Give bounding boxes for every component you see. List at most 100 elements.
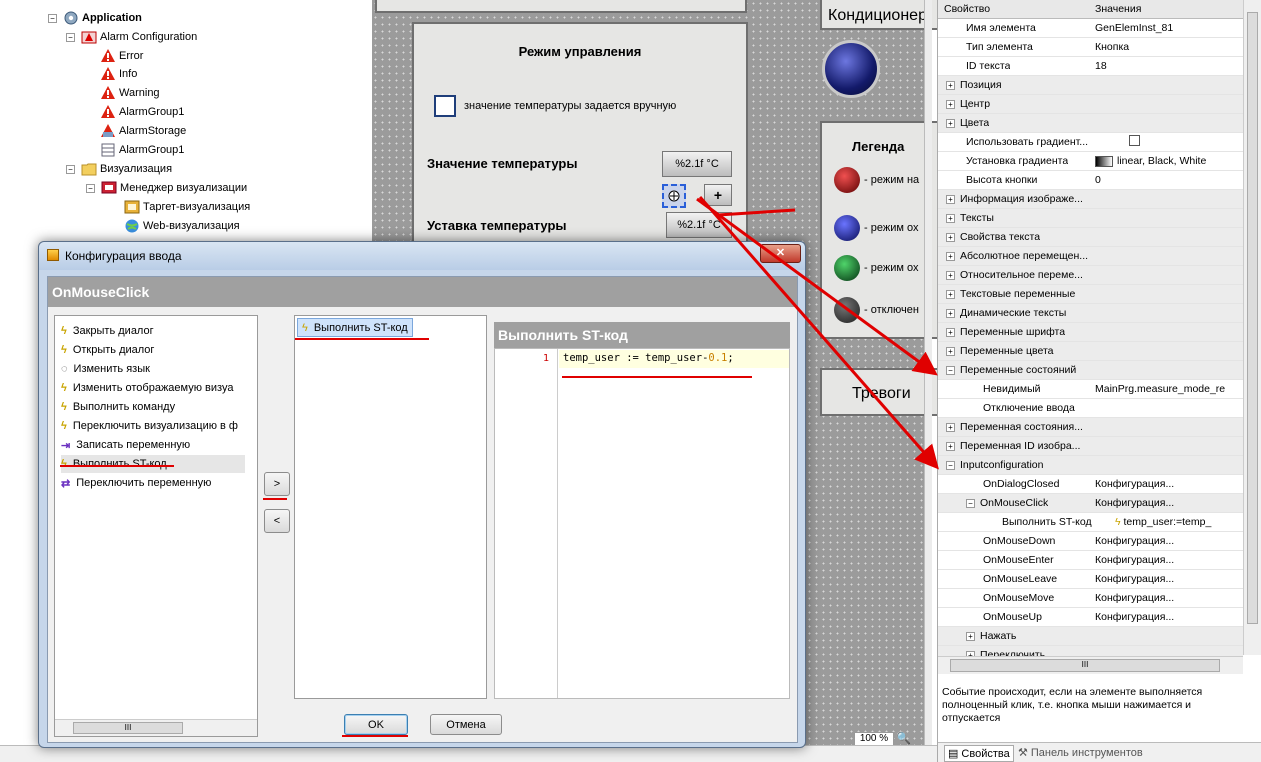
close-icon[interactable]: ✕: [760, 244, 801, 263]
collapse-icon[interactable]: −: [86, 183, 95, 193]
collapse-icon[interactable]: −: [48, 13, 57, 23]
tab-toolbox[interactable]: ⚒ Панель инструментов: [1018, 746, 1143, 760]
selected-actions-list[interactable]: ϟ Выполнить ST-код: [294, 315, 487, 699]
property-row[interactable]: + Тексты: [938, 209, 1243, 228]
property-value[interactable]: MainPrg.measure_mode_re: [1095, 383, 1242, 395]
collapse-icon[interactable]: −: [966, 499, 975, 508]
property-row[interactable]: ID текста 18: [938, 57, 1243, 76]
property-row[interactable]: Установка градиента linear, Black, White: [938, 152, 1243, 171]
move-handle-icon[interactable]: [664, 186, 684, 206]
property-row[interactable]: Имя элемента GenElemInst_81: [938, 19, 1243, 38]
expand-icon[interactable]: +: [946, 442, 955, 451]
cancel-button[interactable]: Отмена: [430, 714, 502, 735]
expand-icon[interactable]: +: [946, 195, 955, 204]
property-row[interactable]: − OnMouseClick Конфигурация...: [938, 494, 1243, 513]
action-item[interactable]: ϟ Выполнить команду: [61, 398, 175, 416]
st-code-editor[interactable]: 1 temp_user := temp_user-0.1;: [494, 348, 790, 699]
properties-horizontal-scrollbar[interactable]: III: [938, 656, 1243, 674]
expand-icon[interactable]: +: [946, 309, 955, 318]
scrollbar-thumb[interactable]: III: [950, 659, 1220, 672]
column-value[interactable]: Значения: [1095, 3, 1242, 15]
scrollbar-thumb[interactable]: [1247, 12, 1258, 624]
expand-icon[interactable]: +: [946, 347, 955, 356]
tree-item-alarmgroup1[interactable]: AlarmGroup1: [100, 103, 184, 121]
property-row[interactable]: − Переменные состояний: [938, 361, 1243, 380]
tree-item-error[interactable]: Error: [100, 47, 143, 65]
actions-list[interactable]: ϟ Закрыть диалог ϟ Открыть диалог ◌ Изменить …: [54, 315, 258, 737]
property-row[interactable]: + Свойства текста: [938, 228, 1243, 247]
tree-item-application[interactable]: − Application: [48, 9, 142, 27]
property-row[interactable]: Высота кнопки 0: [938, 171, 1243, 190]
property-row[interactable]: + Переменная ID изобра...: [938, 437, 1243, 456]
gradient-checkbox[interactable]: [1129, 135, 1140, 146]
ok-button[interactable]: OK: [344, 714, 408, 735]
property-row[interactable]: + Центр: [938, 95, 1243, 114]
property-row[interactable]: OnMouseEnter Конфигурация...: [938, 551, 1243, 570]
property-row[interactable]: + Абсолютное перемещен...: [938, 247, 1243, 266]
expand-icon[interactable]: +: [946, 233, 955, 242]
tree-item-warning[interactable]: Warning: [100, 84, 160, 102]
zoom-level[interactable]: 100 %: [854, 732, 894, 746]
expand-icon[interactable]: +: [946, 252, 955, 261]
property-value[interactable]: ϟ temp_user:=temp_: [1095, 516, 1242, 528]
collapse-icon[interactable]: −: [66, 32, 75, 42]
property-row[interactable]: + Переменные цвета: [938, 342, 1243, 361]
canvas-vertical-scrollbar[interactable]: [924, 0, 932, 745]
add-action-button[interactable]: >: [264, 472, 290, 496]
property-row[interactable]: + Динамические тексты: [938, 304, 1243, 323]
zoom-icon[interactable]: 🔍: [896, 731, 911, 745]
property-row[interactable]: Тип элемента Кнопка: [938, 38, 1243, 57]
expand-icon[interactable]: +: [946, 214, 955, 223]
property-row[interactable]: OnMouseDown Конфигурация...: [938, 532, 1243, 551]
expand-icon[interactable]: +: [946, 81, 955, 90]
property-row[interactable]: + Переменные шрифта: [938, 323, 1243, 342]
property-value[interactable]: linear, Black, White: [1095, 155, 1242, 167]
tree-item-web-visu[interactable]: Web-визуализация: [124, 217, 240, 235]
property-row[interactable]: + Цвета: [938, 114, 1243, 133]
property-value[interactable]: Конфигурация...: [1095, 478, 1242, 490]
collapse-icon[interactable]: −: [946, 366, 955, 375]
property-row[interactable]: − Inputconfiguration: [938, 456, 1243, 475]
property-row[interactable]: OnMouseLeave Конфигурация...: [938, 570, 1243, 589]
action-item[interactable]: ϟ Изменить отображаемую визуа: [61, 379, 233, 397]
property-row[interactable]: Выполнить ST-код ϟ temp_user:=temp_: [938, 513, 1243, 532]
property-row[interactable]: OnDialogClosed Конфигурация...: [938, 475, 1243, 494]
column-property[interactable]: Свойство: [944, 3, 990, 15]
action-item[interactable]: ϟ Выполнить ST-код: [61, 455, 245, 473]
tree-item-alarmstorage[interactable]: AlarmStorage: [100, 122, 186, 140]
property-row[interactable]: + Переменная состояния...: [938, 418, 1243, 437]
property-row[interactable]: + Текстовые переменные: [938, 285, 1243, 304]
property-row[interactable]: OnMouseUp Конфигурация...: [938, 608, 1243, 627]
expand-icon[interactable]: +: [946, 119, 955, 128]
tree-item-alarm-configuration[interactable]: − Alarm Configuration: [66, 28, 197, 46]
property-value[interactable]: [1095, 135, 1242, 149]
dialog-titlebar[interactable]: Конфигурация ввода ✕: [39, 242, 805, 270]
tree-item-visu-manager[interactable]: − Менеджер визуализации: [86, 179, 247, 197]
property-row[interactable]: + Информация изображе...: [938, 190, 1243, 209]
expand-icon[interactable]: +: [946, 271, 955, 280]
property-row[interactable]: + Позиция: [938, 76, 1243, 95]
scrollbar-thumb[interactable]: III: [73, 722, 183, 734]
minus-button-selected[interactable]: [662, 184, 686, 208]
property-value[interactable]: Кнопка: [1095, 41, 1242, 53]
expand-icon[interactable]: +: [946, 100, 955, 109]
manual-mode-checkbox[interactable]: [434, 95, 456, 117]
expand-icon[interactable]: +: [946, 328, 955, 337]
expand-icon[interactable]: +: [946, 423, 955, 432]
collapse-icon[interactable]: −: [66, 164, 75, 174]
action-item[interactable]: ϟ Открыть диалог: [61, 341, 154, 359]
action-item[interactable]: ϟ Закрыть диалог: [61, 322, 154, 340]
properties-vertical-scrollbar[interactable]: [1243, 0, 1261, 655]
property-row[interactable]: Невидимый MainPrg.measure_mode_re: [938, 380, 1243, 399]
property-value[interactable]: Конфигурация...: [1095, 611, 1242, 623]
action-item[interactable]: ◌ Изменить язык: [61, 360, 150, 378]
property-value[interactable]: Конфигурация...: [1095, 497, 1242, 509]
expand-icon[interactable]: +: [966, 632, 975, 641]
plus-button[interactable]: +: [704, 184, 732, 206]
code-line[interactable]: temp_user := temp_user-0.1;: [563, 352, 734, 364]
property-value[interactable]: Конфигурация...: [1095, 592, 1242, 604]
property-row[interactable]: + Относительное переме...: [938, 266, 1243, 285]
property-row[interactable]: Использовать градиент...: [938, 133, 1243, 152]
selected-action-item[interactable]: ϟ Выполнить ST-код: [297, 318, 413, 337]
action-item[interactable]: ⇄ Переключить переменную: [61, 474, 211, 492]
